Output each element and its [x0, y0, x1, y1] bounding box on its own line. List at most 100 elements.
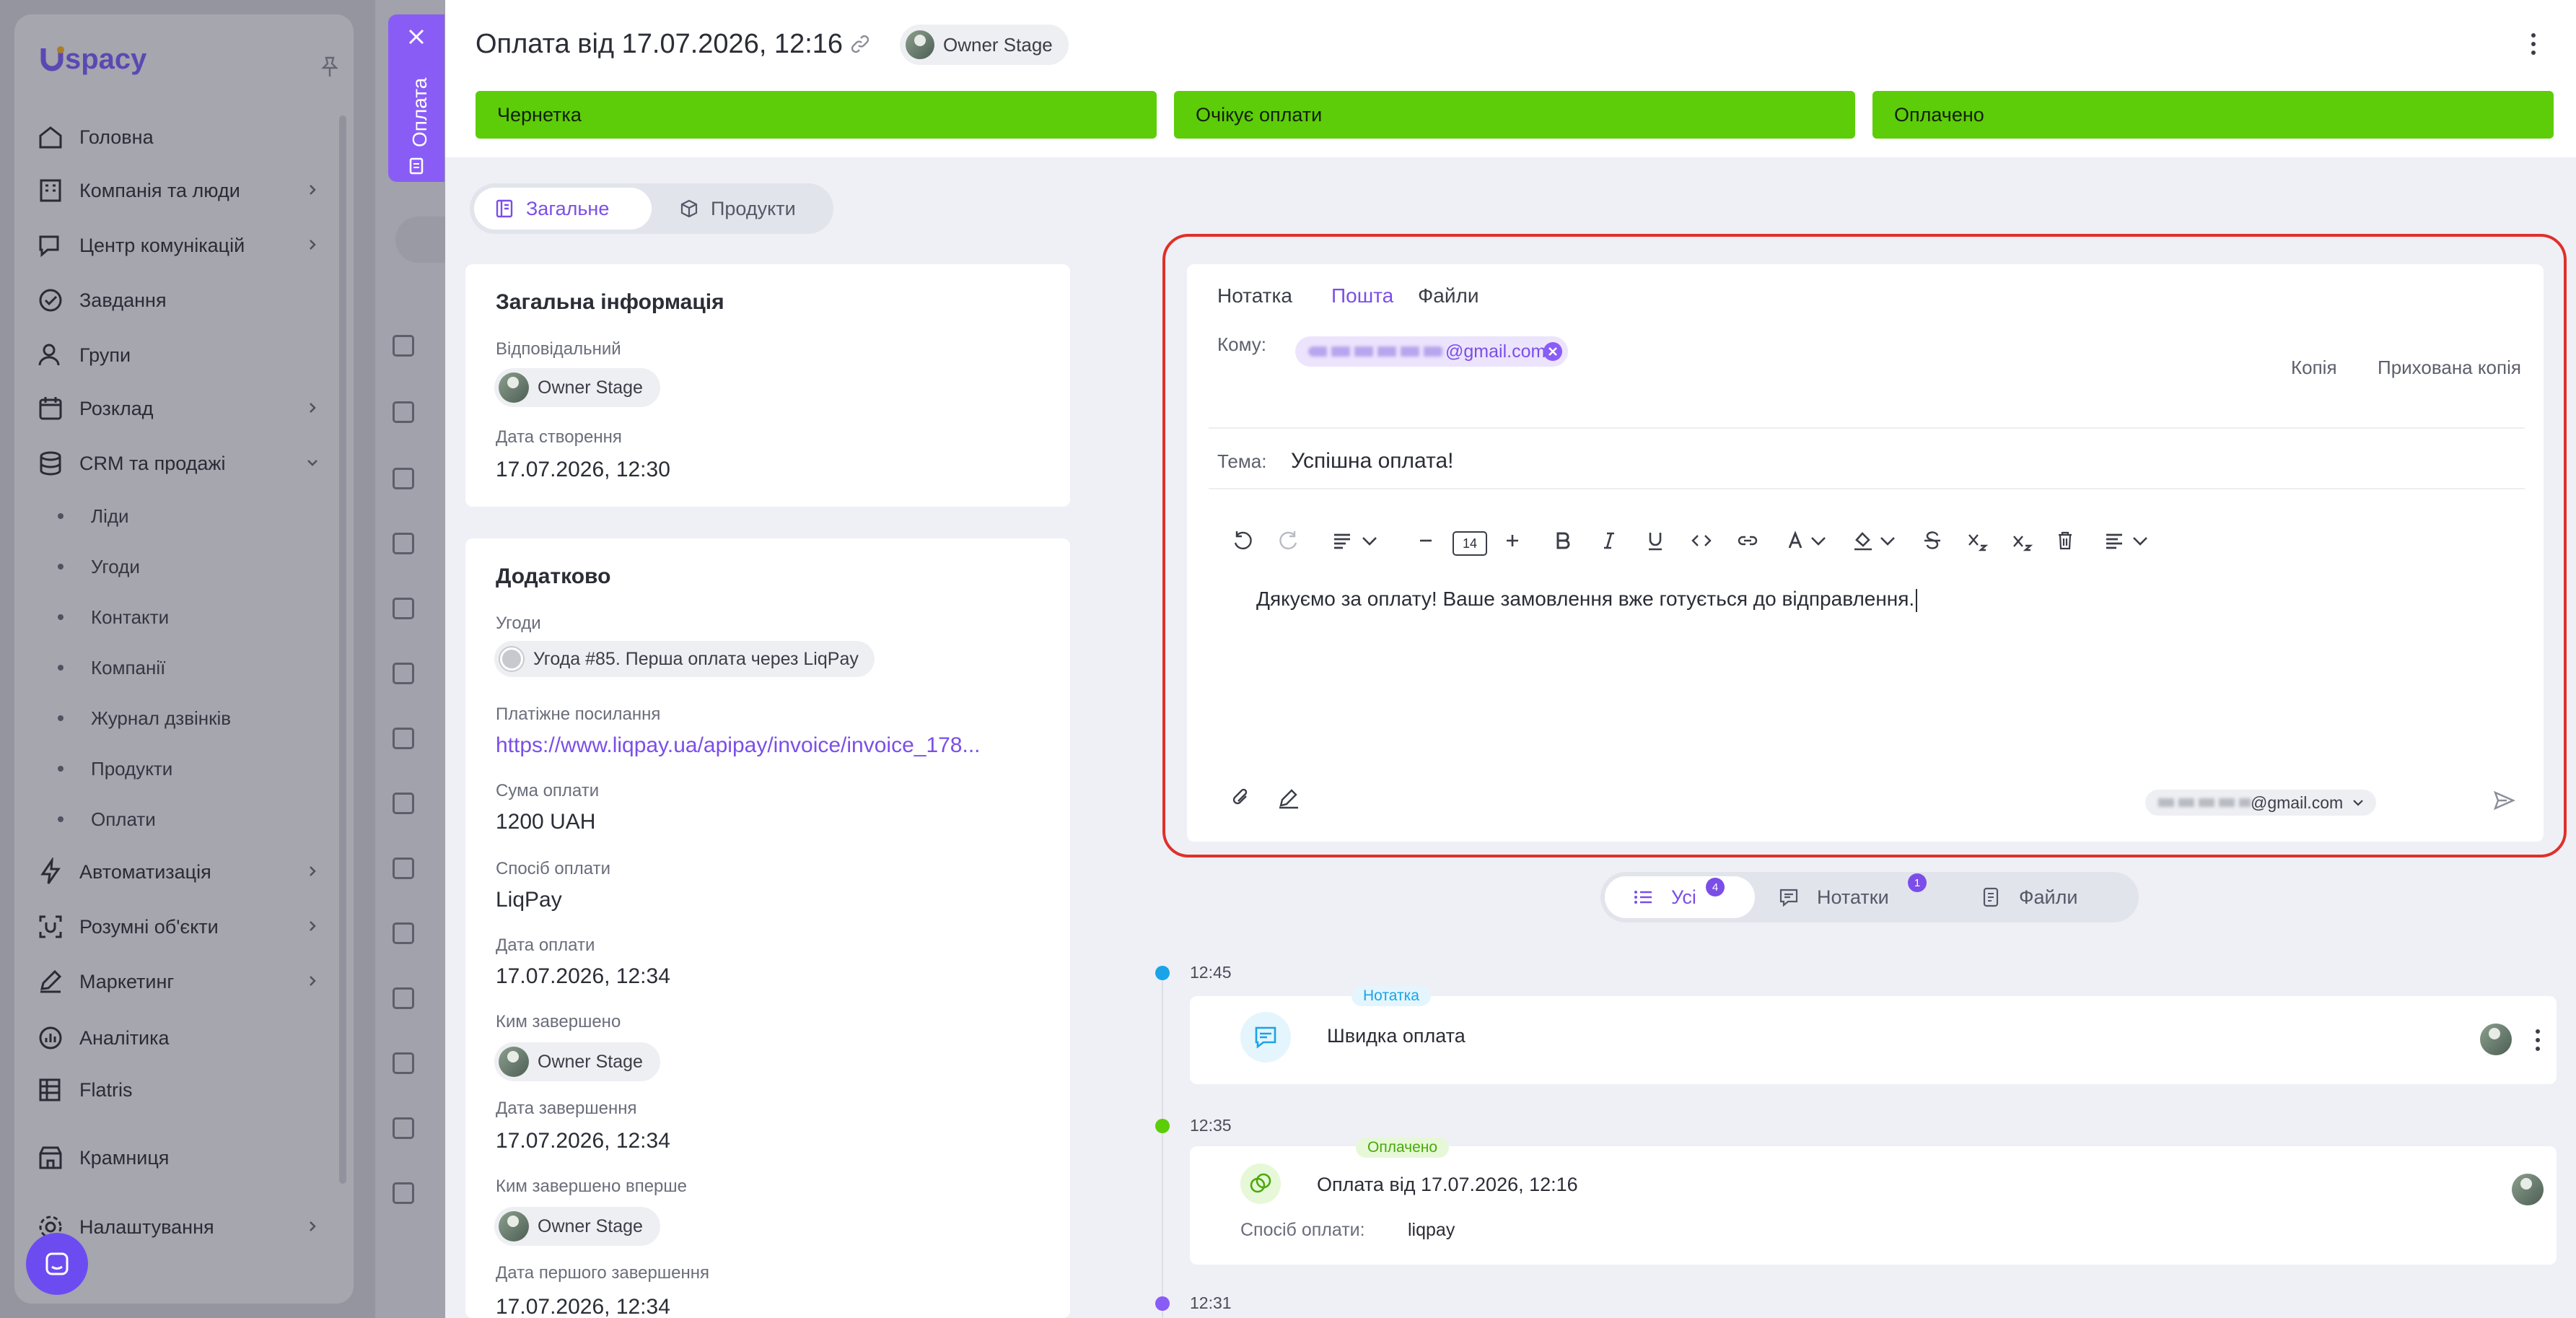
box-icon: [680, 199, 698, 218]
list-doc-icon: [496, 199, 513, 218]
underline-icon[interactable]: [1643, 528, 1668, 553]
timeline-time: 12:31: [1190, 1293, 1232, 1312]
italic-icon[interactable]: [1597, 528, 1621, 553]
trash-icon[interactable]: [2053, 528, 2077, 553]
code-icon[interactable]: [1689, 528, 1714, 553]
bold-icon[interactable]: [1551, 528, 1575, 553]
view-tabs: Загальне Продукти: [470, 183, 833, 234]
signature-icon[interactable]: [1276, 785, 1301, 810]
timeline-item-payment[interactable]: Оплачено Оплата від 17.07.2026, 12:16 Сп…: [1190, 1138, 2557, 1265]
composer-tab-mail[interactable]: Пошта: [1331, 284, 1393, 307]
email-body-editor[interactable]: Дякуємо за оплату! Ваше замовлення вже г…: [1256, 588, 1917, 612]
chat-icon: [45, 1252, 69, 1275]
subscript-icon[interactable]: [1965, 528, 1989, 553]
avatar: [499, 1047, 529, 1077]
timeline-dot: [1155, 1296, 1170, 1311]
subject-input[interactable]: Успішна оплата!: [1291, 449, 1454, 473]
remove-recipient-icon[interactable]: [1543, 342, 1562, 361]
filter-files[interactable]: Файли: [1980, 876, 2077, 918]
chevron-down-icon[interactable]: [1875, 528, 1900, 553]
stage-paid[interactable]: Оплачено: [1872, 91, 2554, 139]
composer-tab-files[interactable]: Файли: [1418, 284, 1478, 307]
decrease-font-icon[interactable]: [1414, 528, 1438, 553]
link-icon[interactable]: [1735, 528, 1760, 553]
more-vertical-icon[interactable]: [2535, 1028, 2541, 1052]
redacted-text: [1308, 346, 1444, 357]
first-completed-by-chip[interactable]: Owner Stage: [494, 1207, 660, 1246]
align-left-icon[interactable]: [2102, 528, 2126, 553]
paylink-value[interactable]: https://www.liqpay.ua/apipay/invoice/inv…: [496, 733, 981, 758]
highlight-color-icon[interactable]: [1851, 528, 1875, 553]
chevron-down-icon[interactable]: [2128, 528, 2152, 553]
timeline-detail-label: Спосіб оплати:: [1240, 1220, 1365, 1240]
first-completed-date-label: Дата першого завершення: [496, 1263, 709, 1283]
timeline-dot: [1155, 1119, 1170, 1133]
stage-awaiting-payment[interactable]: Очікує оплати: [1174, 91, 1855, 139]
responsible-chip[interactable]: Owner Stage: [494, 368, 660, 407]
tab-general[interactable]: Загальне: [474, 188, 652, 230]
activity-filters: Усі 4 Нотатки 1 Файли: [1600, 872, 2139, 922]
count-badge: 4: [1706, 878, 1725, 896]
redo-icon[interactable]: [1276, 528, 1301, 553]
paragraph-style-icon[interactable]: [1330, 528, 1354, 553]
more-vertical-icon[interactable]: [2531, 32, 2536, 56]
card-title: Загальна інформація: [496, 290, 724, 314]
redacted-text: [2158, 798, 2251, 807]
timeline-time: 12:45: [1190, 963, 1232, 982]
completed-by-chip[interactable]: Owner Stage: [494, 1042, 660, 1081]
undo-icon[interactable]: [1230, 528, 1255, 553]
support-chat-button[interactable]: [26, 1233, 88, 1295]
amount-label: Сума оплати: [496, 781, 600, 800]
deal-chip[interactable]: Угода #85. Перша оплата через LiqPay: [494, 641, 875, 677]
method-label: Спосіб оплати: [496, 859, 610, 878]
filter-all[interactable]: Усі 4: [1605, 876, 1755, 918]
avatar: [499, 372, 529, 403]
to-label: Кому:: [1217, 333, 1266, 355]
cc-button[interactable]: Копія: [2291, 357, 2337, 379]
card-title: Додатково: [496, 564, 611, 588]
text-color-icon[interactable]: [1783, 528, 1808, 553]
filter-notes[interactable]: Нотатки 1: [1778, 873, 1927, 918]
chevron-down-icon[interactable]: [1806, 528, 1831, 553]
link-icon[interactable]: [849, 33, 871, 55]
sender-select[interactable]: @gmail.com: [2145, 790, 2376, 816]
timeline-tag: Нотатка: [1351, 986, 1431, 1006]
close-icon[interactable]: [407, 27, 426, 46]
recipient-chip[interactable]: @gmail.com: [1295, 336, 1568, 367]
composer-tab-note[interactable]: Нотатка: [1217, 284, 1292, 307]
first-completed-by-label: Ким завершено вперше: [496, 1177, 687, 1196]
modal-overlay[interactable]: [0, 0, 447, 1318]
owner-chip[interactable]: Owner Stage: [900, 25, 1069, 65]
strikethrough-icon[interactable]: [1920, 528, 1945, 553]
timeline-item-note[interactable]: Нотатка Швидка оплата: [1190, 986, 2557, 1084]
timeline-tag: Оплачено: [1356, 1138, 1450, 1158]
paydate-label: Дата оплати: [496, 935, 595, 955]
payment-side-tab[interactable]: Оплата: [388, 14, 444, 182]
timeline-title: Оплата від 17.07.2026, 12:16: [1317, 1174, 1578, 1195]
tab-products[interactable]: Продукти: [659, 188, 816, 230]
stage-draft[interactable]: Чернетка: [476, 91, 1157, 139]
side-tab-label: Оплата: [408, 77, 431, 147]
divider: [1209, 488, 2525, 489]
superscript-icon[interactable]: [2010, 528, 2034, 553]
amount-value: 1200 UAH: [496, 810, 596, 834]
chevron-down-icon: [2353, 800, 2363, 806]
bcc-button[interactable]: Прихована копія: [2378, 357, 2521, 379]
attachment-icon[interactable]: [1229, 785, 1253, 810]
owner-name: Owner Stage: [943, 33, 1053, 56]
payment-detail-panel: Оплата від 17.07.2026, 12:16 Owner Stage…: [445, 0, 2576, 1318]
paydate-value: 17.07.2026, 12:34: [496, 964, 670, 988]
font-size-input[interactable]: 14: [1453, 531, 1487, 556]
increase-font-icon[interactable]: [1500, 528, 1525, 553]
general-info-card: Загальна інформація Відповідальний Owner…: [465, 264, 1070, 507]
chevron-down-icon[interactable]: [1357, 528, 1382, 553]
additional-card: Додатково Угоди Угода #85. Перша оплата …: [465, 538, 1070, 1318]
created-label: Дата створення: [496, 427, 622, 447]
timeline-time: 12:35: [1190, 1116, 1232, 1135]
note-icon: [1240, 1012, 1291, 1062]
timeline-title: Швидка оплата: [1327, 1025, 1466, 1047]
completed-by-label: Ким завершено: [496, 1012, 621, 1031]
send-icon[interactable]: [2492, 788, 2516, 813]
completed-date-value: 17.07.2026, 12:34: [496, 1129, 670, 1153]
page-title: Оплата від 17.07.2026, 12:16: [476, 29, 844, 59]
